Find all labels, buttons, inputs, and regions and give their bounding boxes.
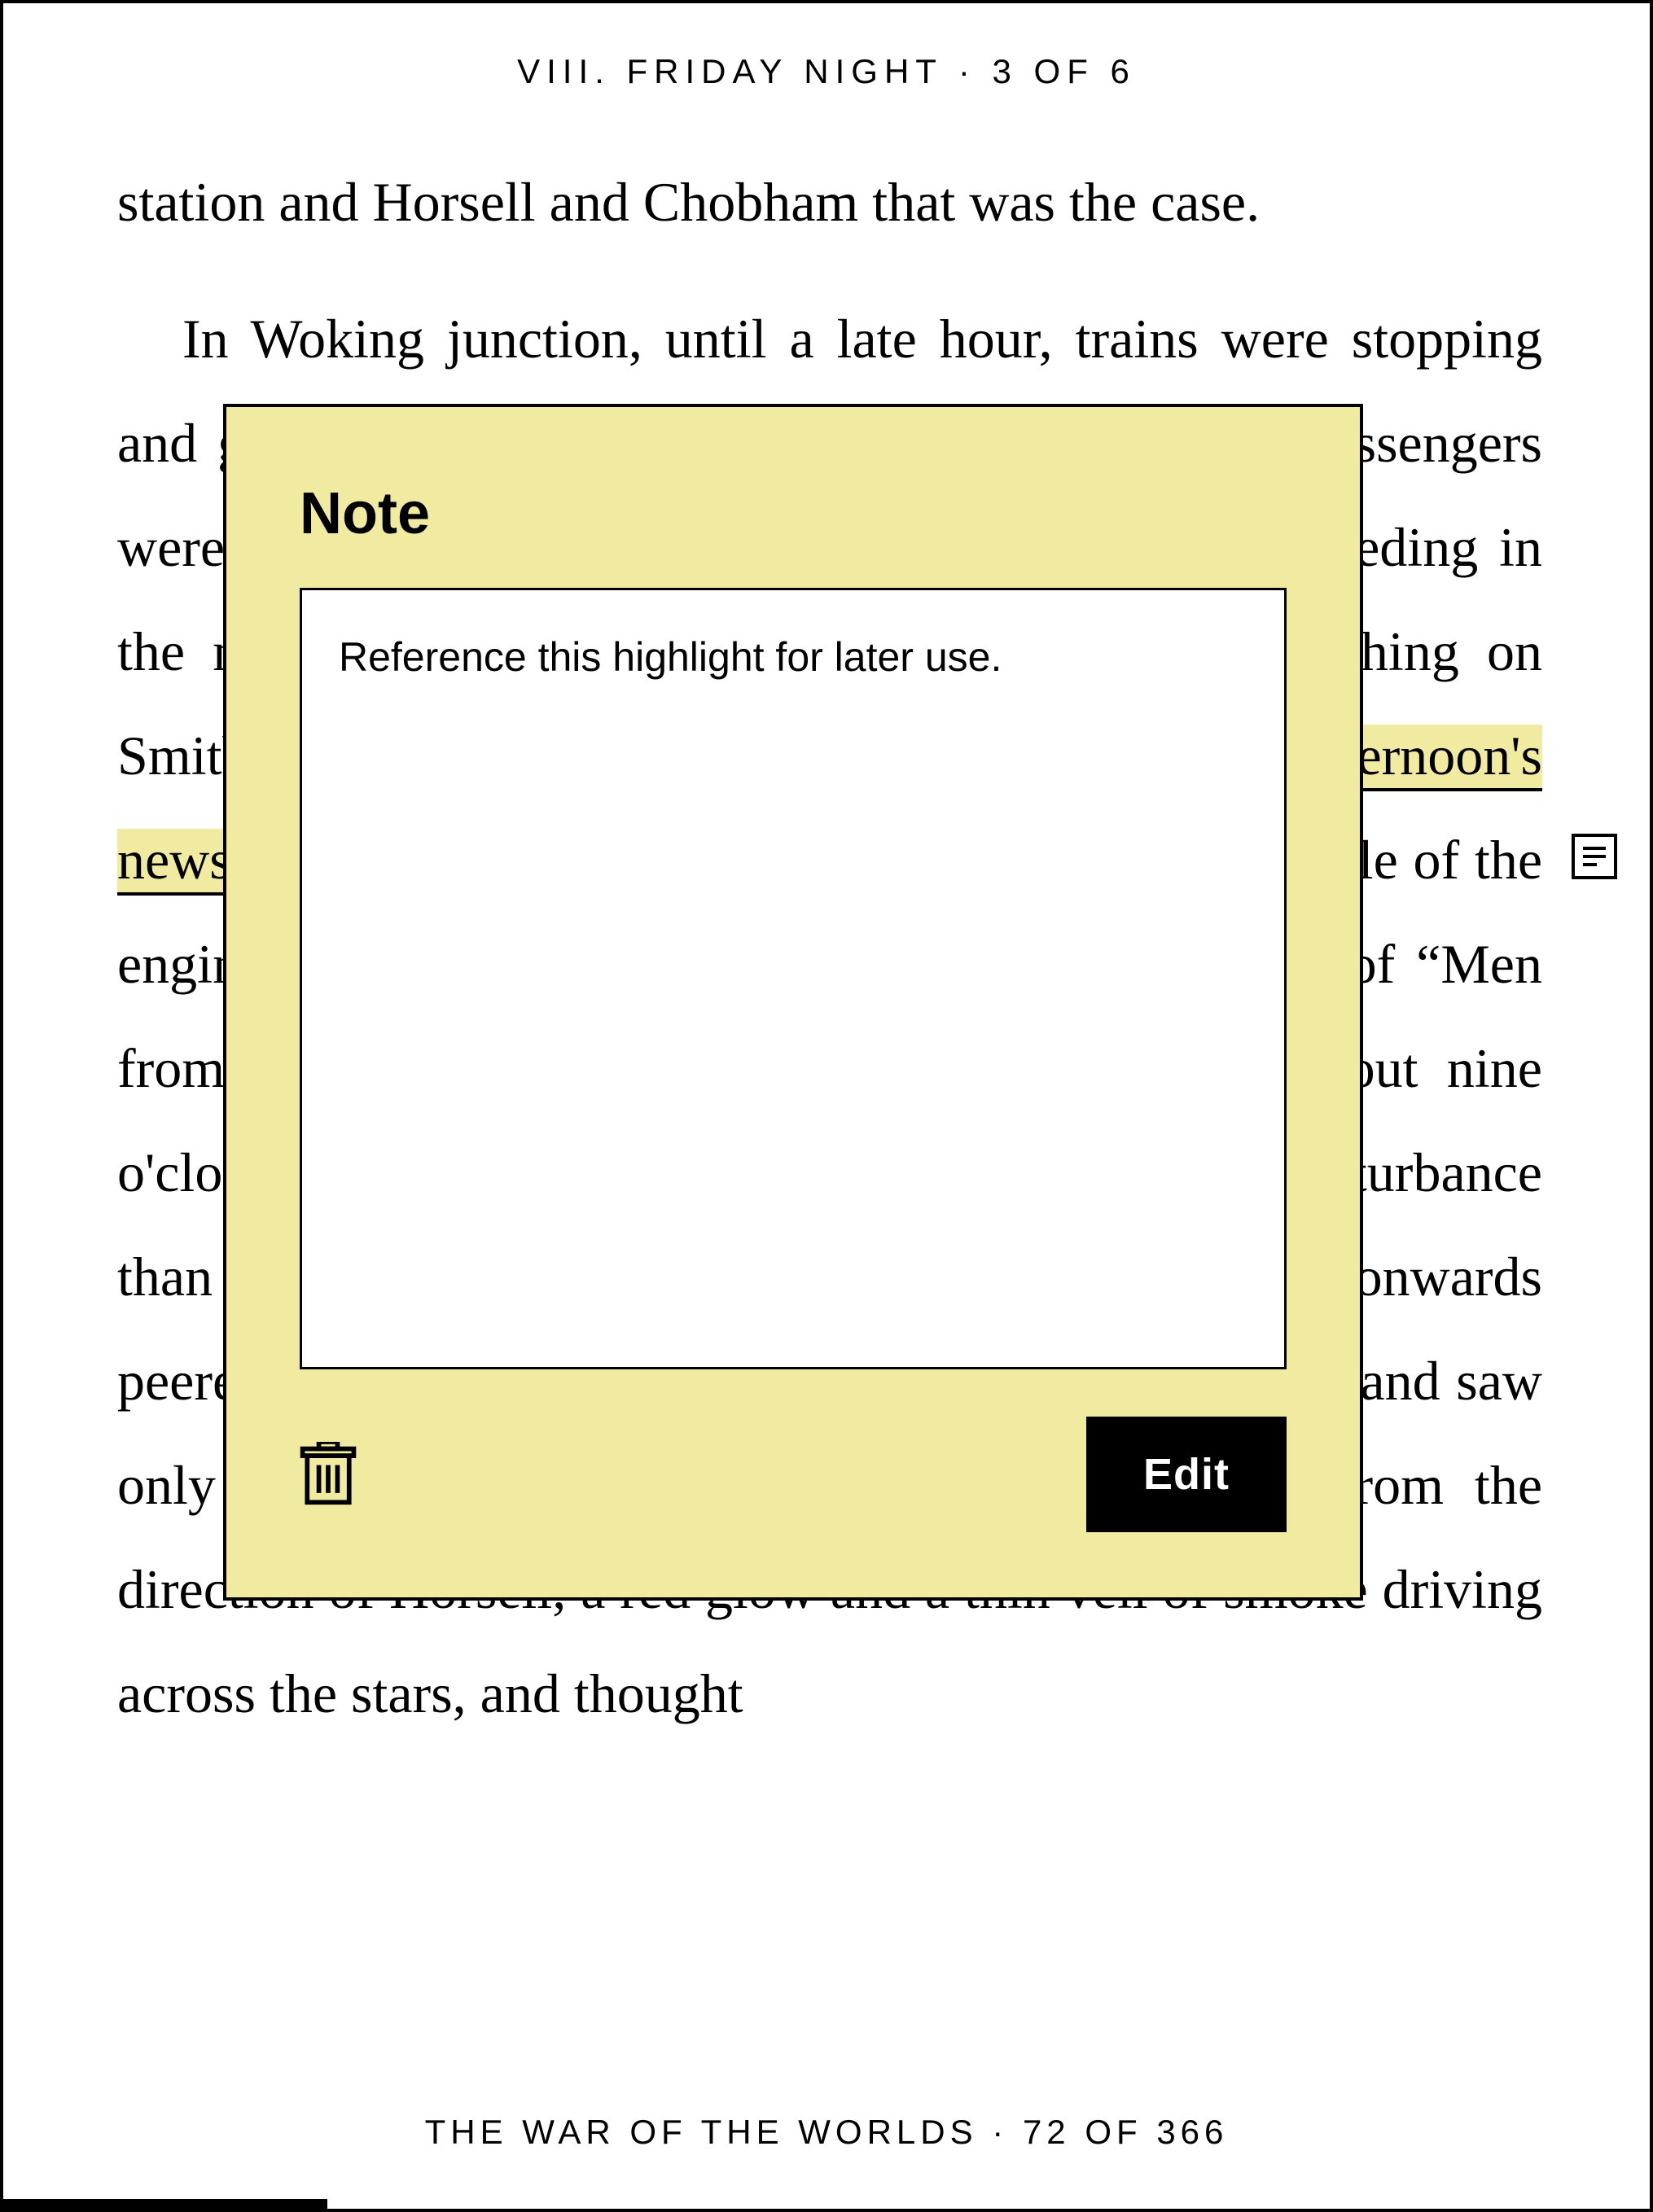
note-marker-icon[interactable] [1572, 834, 1617, 879]
footer-separator: · [992, 2113, 1023, 2151]
book-footer: THE WAR OF THE WORLDS · 72 OF 366 [3, 2113, 1650, 2152]
chapter-title: VIII. FRIDAY NIGHT [517, 52, 942, 90]
paragraph-1-tail: station and Horsell and Chobham that was… [117, 150, 1542, 254]
ereader-page: VIII. FRIDAY NIGHT · 3 OF 6 station and … [0, 0, 1653, 2212]
delete-note-button[interactable] [300, 1442, 357, 1507]
reading-progress-track [3, 2199, 1650, 2209]
book-title: THE WAR OF THE WORLDS [425, 2113, 978, 2151]
reading-progress-fill [3, 2199, 327, 2209]
note-popup-title: Note [300, 480, 1287, 547]
note-actions: Edit [300, 1417, 1287, 1532]
note-popup: Note Reference this highlight for later … [223, 404, 1363, 1601]
chapter-header: VIII. FRIDAY NIGHT · 3 OF 6 [3, 52, 1650, 91]
book-page-indicator: 72 OF 366 [1023, 2113, 1228, 2151]
note-content[interactable]: Reference this highlight for later use. [300, 588, 1287, 1369]
edit-note-button[interactable]: Edit [1086, 1417, 1287, 1532]
header-separator: · [958, 52, 993, 90]
trash-icon [300, 1442, 357, 1507]
chapter-page-indicator: 3 OF 6 [993, 52, 1136, 90]
